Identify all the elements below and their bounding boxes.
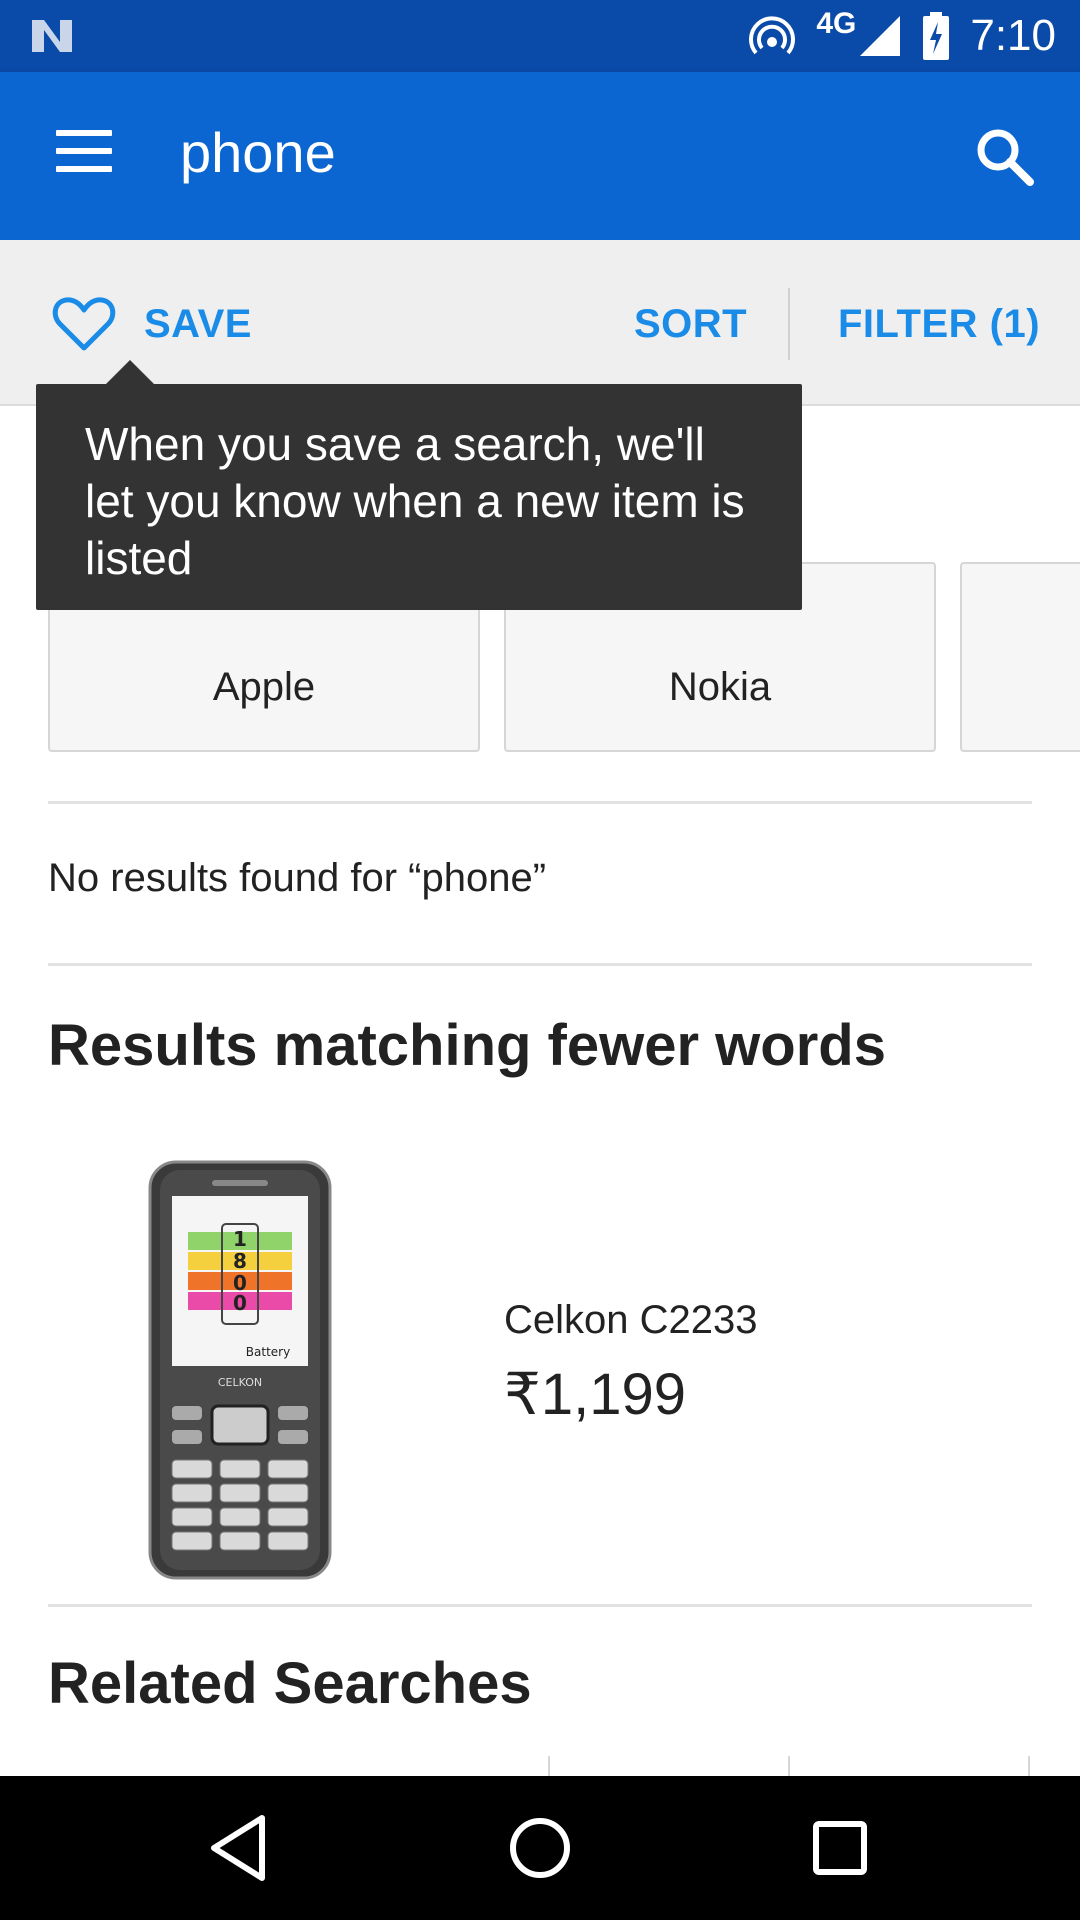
- action-row: SAVE SORT FILTER (1): [0, 240, 1080, 406]
- related-separator: [548, 1756, 550, 1776]
- divider: [48, 801, 1032, 804]
- action-divider: [788, 288, 790, 360]
- network-type: 4G: [816, 7, 857, 40]
- tooltip-text: When you save a search, we'll let you kn…: [85, 418, 745, 584]
- save-search-tooltip[interactable]: When you save a search, we'll let you kn…: [36, 384, 802, 610]
- signal-icon: [860, 16, 901, 56]
- hotspot-icon: [749, 16, 796, 55]
- home-icon[interactable]: [500, 1808, 580, 1888]
- related-separator: [1028, 1756, 1030, 1776]
- back-icon[interactable]: [200, 1808, 280, 1888]
- phone-thumbnail-image: 1 8 0 0 Battery CELKON: [148, 1160, 332, 1580]
- sort-button[interactable]: SORT: [634, 302, 747, 347]
- heart-icon: [52, 297, 116, 351]
- brand-chip-label: Nokia: [668, 664, 772, 709]
- tooltip-arrow: [104, 360, 156, 386]
- battery-charging-icon: [923, 12, 950, 60]
- brand-chip-partial[interactable]: [960, 562, 1080, 752]
- status-bar: 4G 7:10: [0, 0, 1080, 72]
- divider: [48, 963, 1032, 966]
- svg-text:8: 8: [233, 1249, 247, 1273]
- status-icons: 4G 7:10: [748, 0, 1056, 72]
- filter-button[interactable]: FILTER (1): [838, 302, 1040, 347]
- svg-text:0: 0: [233, 1291, 247, 1315]
- brand-chip-label: Apple: [212, 664, 316, 709]
- system-nav-bar: [0, 1776, 1080, 1920]
- app-bar: phone: [0, 72, 1080, 240]
- search-icon[interactable]: [972, 124, 1036, 188]
- save-label: SAVE: [144, 301, 252, 346]
- svg-text:CELKON: CELKON: [218, 1376, 262, 1389]
- no-results-message: No results found for “phone”: [48, 856, 547, 900]
- n-logo-icon: [32, 20, 72, 52]
- item-title: Celkon C2233: [504, 1298, 758, 1342]
- search-query-title[interactable]: phone: [180, 120, 336, 185]
- svg-text:Battery: Battery: [246, 1345, 290, 1359]
- related-searches-heading: Related Searches: [48, 1651, 532, 1716]
- recents-icon[interactable]: [800, 1808, 880, 1888]
- divider: [48, 1604, 1032, 1607]
- clock: 7:10: [970, 11, 1056, 60]
- list-item[interactable]: 1 8 0 0 Battery CELKON Celkon C2233 ₹1,1…: [0, 1150, 1080, 1590]
- svg-text:1: 1: [233, 1227, 247, 1251]
- menu-icon[interactable]: [56, 130, 112, 178]
- fewer-words-heading: Results matching fewer words: [48, 1013, 886, 1078]
- item-price: ₹1,199: [504, 1362, 687, 1427]
- related-separator: [788, 1756, 790, 1776]
- save-search-button[interactable]: SAVE: [52, 296, 252, 352]
